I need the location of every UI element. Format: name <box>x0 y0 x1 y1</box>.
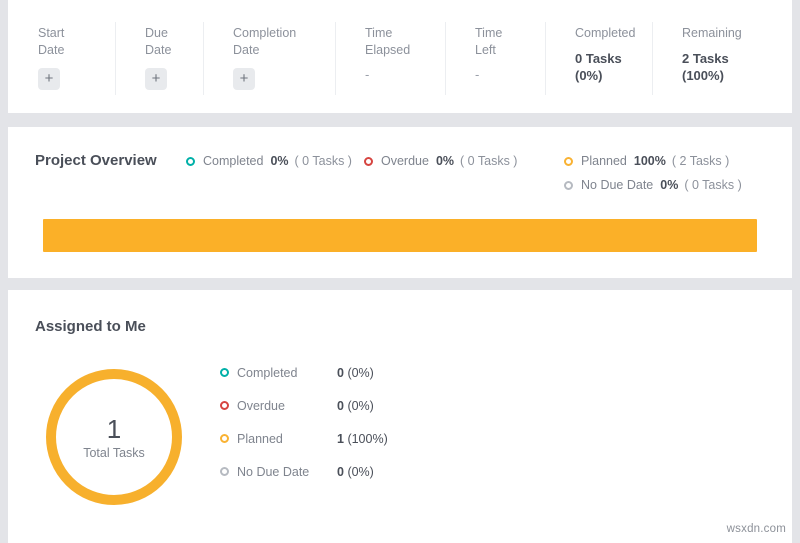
metric-remaining-tasks: Remaining 2 Tasks (100%) <box>652 0 782 113</box>
metric-time-elapsed: Time Elapsed - <box>335 0 445 113</box>
status-dot-completed-icon <box>220 368 229 377</box>
assigned-legend-label: No Due Date <box>237 465 337 479</box>
assigned-legend-value: 0 <box>337 399 344 413</box>
legend-percent: 0% <box>436 152 454 171</box>
metric-label: Completion Date <box>233 25 325 58</box>
status-dot-overdue-icon <box>220 401 229 410</box>
metric-value: 2 Tasks (100%) <box>682 50 772 84</box>
metric-due-date: Due Date + <box>115 0 203 113</box>
status-dot-planned-icon <box>220 434 229 443</box>
metric-label: Remaining <box>682 25 772 42</box>
metric-completion-date: Completion Date + <box>203 0 335 113</box>
legend-label: Planned <box>581 152 627 171</box>
assigned-legend-value: 1 <box>337 432 344 446</box>
metric-value: - <box>365 66 435 83</box>
metric-label: Time Elapsed <box>365 25 435 58</box>
add-due-date-button[interactable]: + <box>145 68 167 90</box>
legend-column-completed: Completed 0% ( 0 Tasks ) <box>186 152 364 171</box>
project-progress-bar <box>43 219 757 252</box>
status-dot-no-due-date-icon <box>220 467 229 476</box>
legend-count: ( 0 Tasks ) <box>460 152 517 171</box>
assigned-to-me-body: 1 Total Tasks Completed 0 (0%) Overdue 0… <box>8 348 792 508</box>
status-dot-overdue-icon <box>364 157 373 166</box>
metric-label: Completed <box>575 25 642 42</box>
site-watermark: wsxdn.com <box>727 523 786 535</box>
legend-label: Completed <box>203 152 263 171</box>
metric-value: 0 Tasks (0%) <box>575 50 642 84</box>
metric-completed-tasks: Completed 0 Tasks (0%) <box>545 0 652 113</box>
summary-metrics-card: Start Date + Due Date + Completion Date … <box>8 0 792 113</box>
assigned-legend-item-no-due-date[interactable]: No Due Date 0 (0%) <box>220 455 388 488</box>
assigned-legend-percent: (0%) <box>347 465 373 479</box>
add-start-date-button[interactable]: + <box>38 68 60 90</box>
donut-total-caption: Total Tasks <box>43 446 185 460</box>
legend-percent: 0% <box>270 152 288 171</box>
legend-item-no-due-date[interactable]: No Due Date 0% ( 0 Tasks ) <box>564 176 764 195</box>
legend-label: Overdue <box>381 152 429 171</box>
project-overview-legend: Completed 0% ( 0 Tasks ) Overdue 0% ( 0 … <box>186 150 792 195</box>
assigned-donut-wrapper: 1 Total Tasks <box>8 348 220 508</box>
assigned-legend-value: 0 <box>337 366 344 380</box>
metric-start-date: Start Date + <box>8 0 115 113</box>
assigned-legend-label: Completed <box>237 366 337 380</box>
assigned-legend-percent: (0%) <box>347 366 373 380</box>
status-dot-completed-icon <box>186 157 195 166</box>
assigned-legend-percent: (100%) <box>347 432 387 446</box>
metric-label: Due Date <box>145 25 193 58</box>
metric-value: - <box>475 66 535 83</box>
metric-label: Time Left <box>475 25 535 58</box>
assigned-legend-label: Overdue <box>237 399 337 413</box>
assigned-legend: Completed 0 (0%) Overdue 0 (0%) Planned … <box>220 348 388 488</box>
donut-total-value: 1 <box>43 414 185 444</box>
assigned-legend-value: 0 <box>337 465 344 479</box>
project-overview-header: Project Overview Completed 0% ( 0 Tasks … <box>8 127 792 195</box>
legend-percent: 0% <box>660 176 678 195</box>
legend-label: No Due Date <box>581 176 653 195</box>
assigned-to-me-title: Assigned to Me <box>8 290 792 338</box>
legend-count: ( 0 Tasks ) <box>684 176 741 195</box>
assigned-legend-percent: (0%) <box>347 399 373 413</box>
legend-percent: 100% <box>634 152 666 171</box>
legend-column-planned: Planned 100% ( 2 Tasks ) No Due Date 0% … <box>564 152 764 195</box>
assigned-donut-chart: 1 Total Tasks <box>43 366 185 508</box>
assigned-to-me-card: Assigned to Me 1 Total Tasks Completed 0… <box>8 290 792 543</box>
status-dot-planned-icon <box>564 157 573 166</box>
metric-label: Start Date <box>38 25 105 58</box>
legend-item-planned[interactable]: Planned 100% ( 2 Tasks ) <box>564 152 764 171</box>
metric-time-left: Time Left - <box>445 0 545 113</box>
project-progress-fill-planned <box>43 219 757 252</box>
project-overview-card: Project Overview Completed 0% ( 0 Tasks … <box>8 127 792 278</box>
project-overview-title: Project Overview <box>8 150 186 172</box>
legend-item-overdue[interactable]: Overdue 0% ( 0 Tasks ) <box>364 152 564 171</box>
assigned-legend-item-planned[interactable]: Planned 1 (100%) <box>220 422 388 455</box>
legend-item-completed[interactable]: Completed 0% ( 0 Tasks ) <box>186 152 364 171</box>
legend-count: ( 0 Tasks ) <box>295 152 352 171</box>
assigned-legend-label: Planned <box>237 432 337 446</box>
add-completion-date-button[interactable]: + <box>233 68 255 90</box>
donut-center-text: 1 Total Tasks <box>43 414 185 460</box>
status-dot-no-due-date-icon <box>564 181 573 190</box>
legend-count: ( 2 Tasks ) <box>672 152 729 171</box>
legend-column-overdue: Overdue 0% ( 0 Tasks ) <box>364 152 564 171</box>
assigned-legend-item-completed[interactable]: Completed 0 (0%) <box>220 356 388 389</box>
assigned-legend-item-overdue[interactable]: Overdue 0 (0%) <box>220 389 388 422</box>
